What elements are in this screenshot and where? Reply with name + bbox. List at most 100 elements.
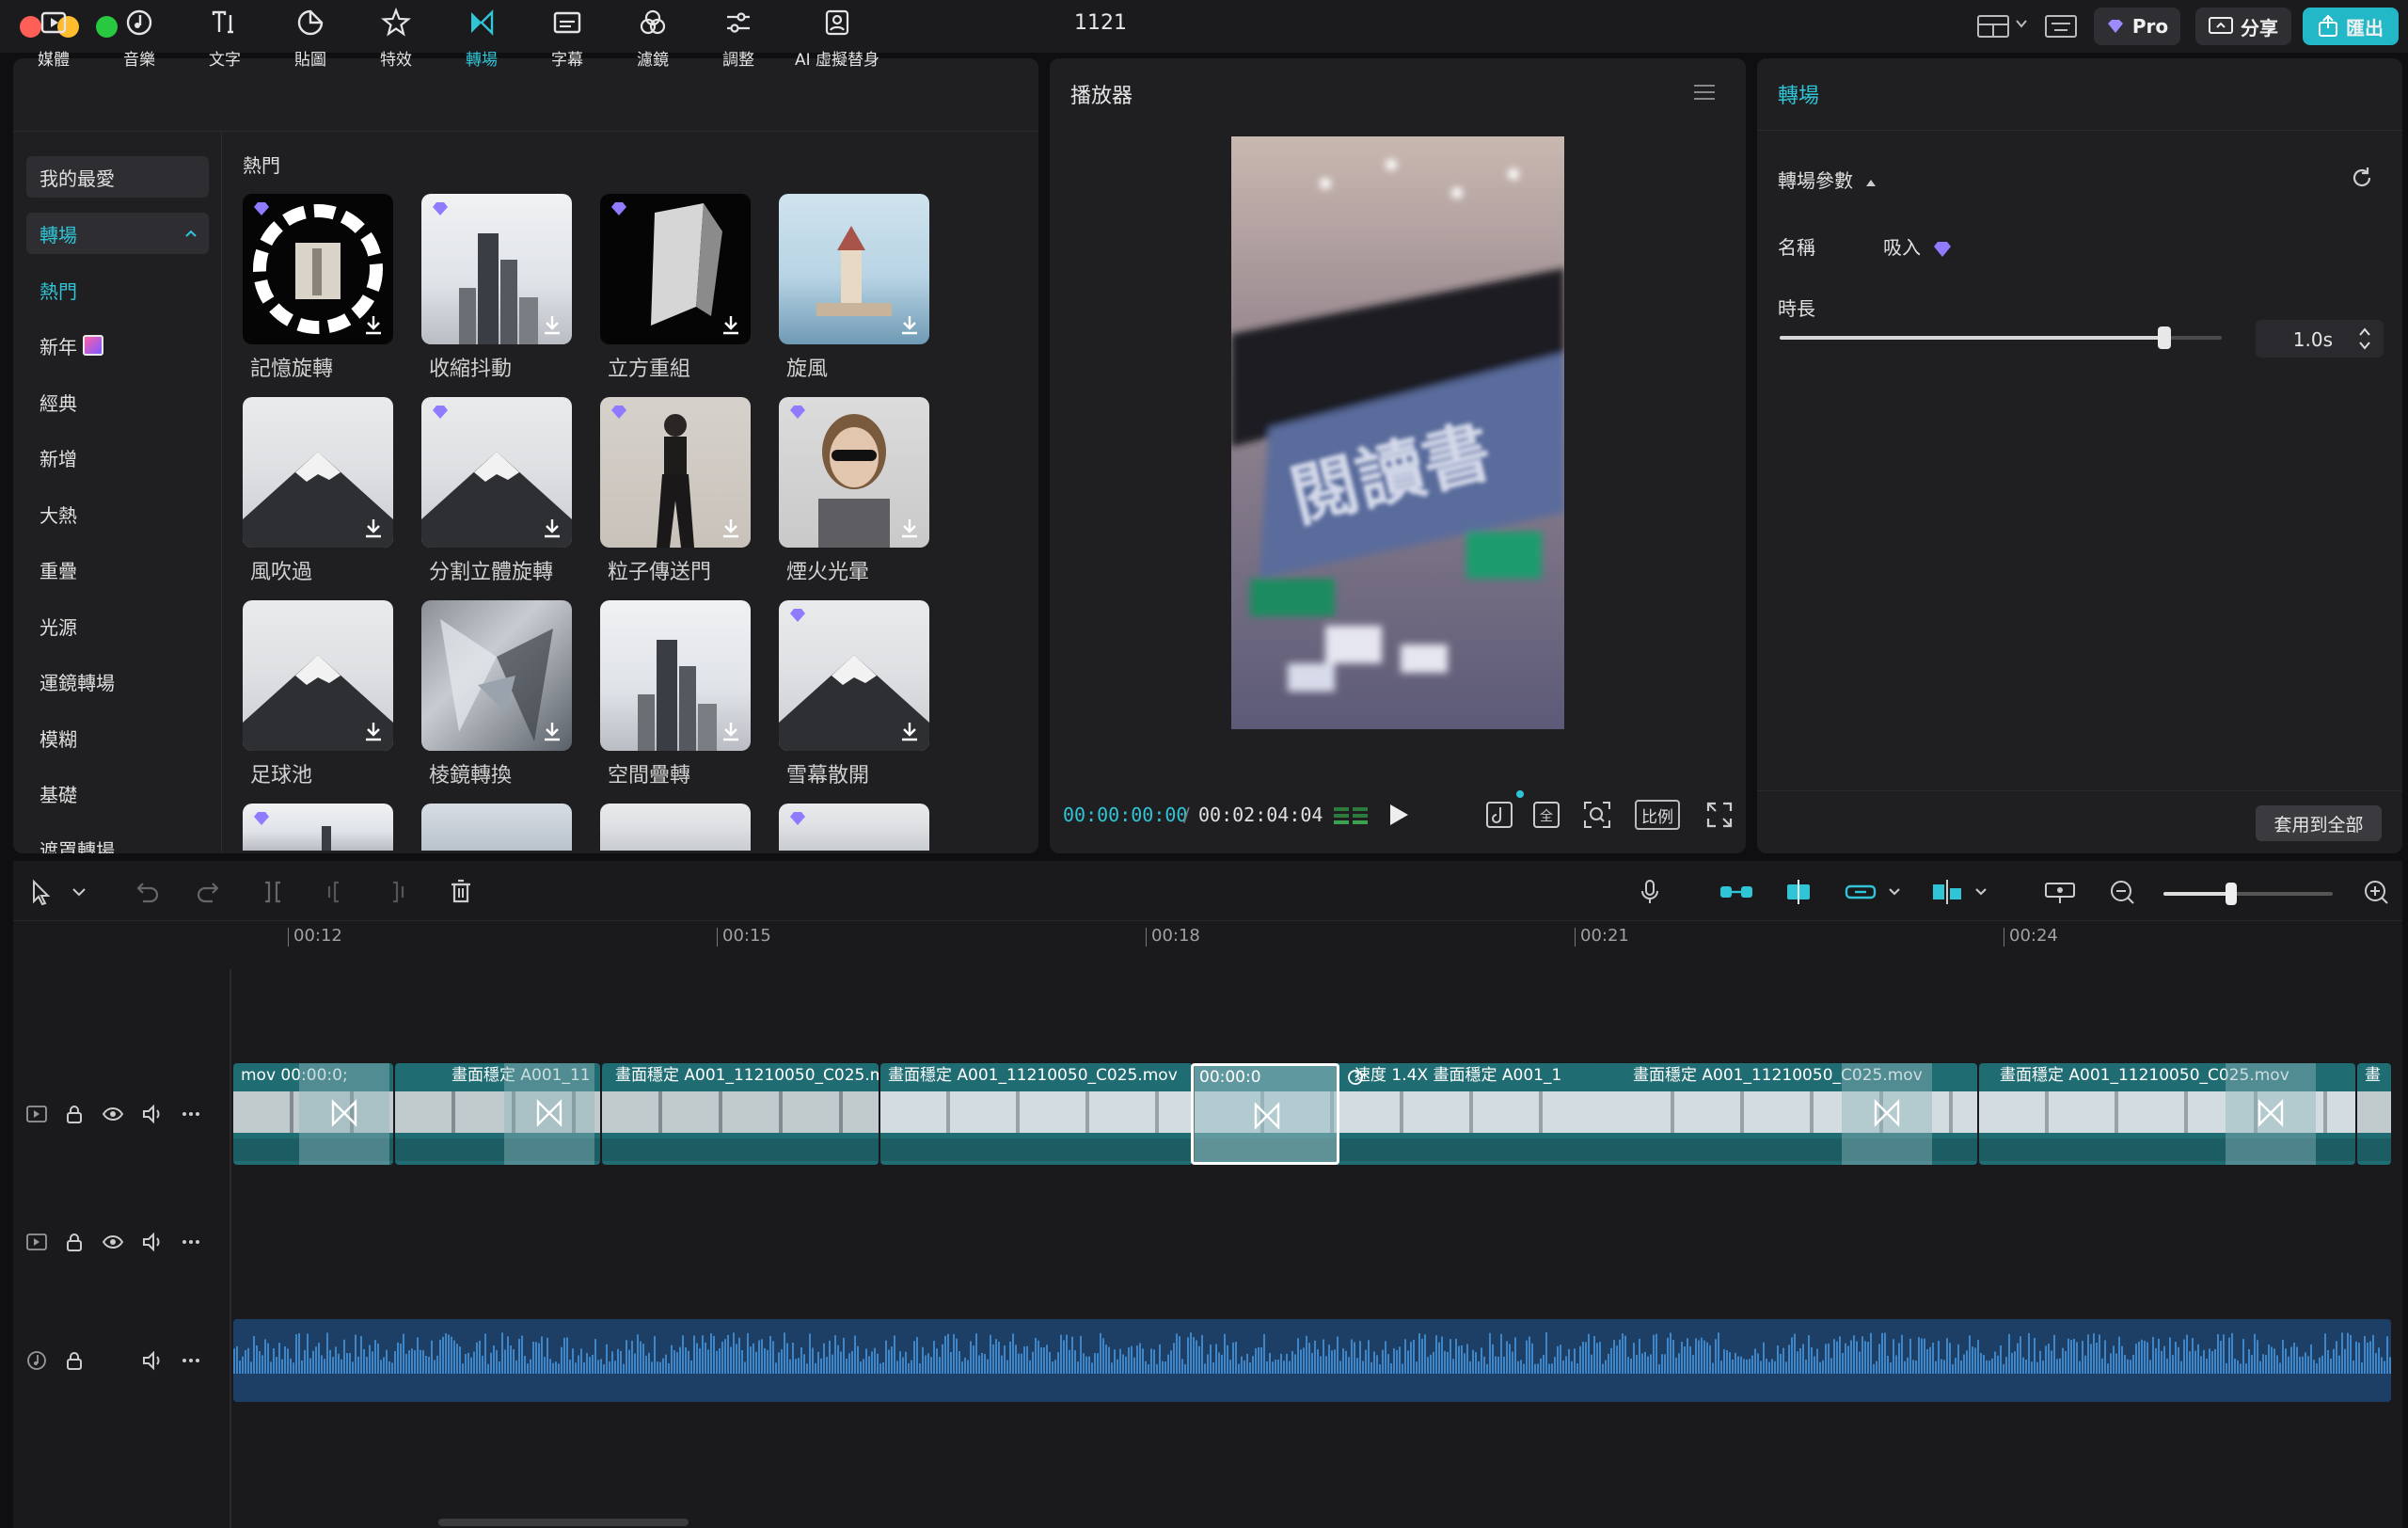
tab-media[interactable]: 媒體 — [17, 8, 90, 70]
download-icon[interactable] — [897, 516, 922, 540]
download-icon[interactable] — [361, 312, 386, 337]
download-icon[interactable] — [540, 516, 564, 540]
zoom-preview-icon[interactable] — [1582, 800, 1612, 830]
zoom-out-icon[interactable] — [2107, 877, 2137, 907]
download-icon[interactable] — [361, 516, 386, 540]
aspect-ratio-button[interactable]: 比例 — [1635, 800, 1680, 830]
transition-card[interactable] — [600, 600, 751, 751]
tab-transitions[interactable]: 轉場 — [445, 8, 518, 70]
category-mask[interactable]: 遮罩轉場 — [26, 828, 209, 854]
audio-track-clip[interactable] — [233, 1319, 2391, 1402]
download-icon[interactable] — [897, 312, 922, 337]
transition-card[interactable] — [421, 397, 572, 548]
video-preview[interactable]: 閱讀書 — [1231, 136, 1564, 729]
category-new-year[interactable]: 新年 — [26, 325, 209, 366]
speaker-icon[interactable] — [141, 1104, 164, 1124]
transition-params-toggle[interactable]: 轉場參數 — [1778, 166, 1877, 193]
chevron-down-icon[interactable] — [70, 877, 88, 907]
speaker-icon[interactable] — [141, 1232, 164, 1252]
select-cursor-icon[interactable] — [26, 877, 56, 907]
download-icon[interactable] — [361, 719, 386, 743]
trim-right-icon[interactable] — [382, 877, 412, 907]
split-icon[interactable] — [258, 877, 288, 907]
category-basic[interactable]: 基礎 — [26, 772, 209, 814]
tab-adjust[interactable]: 調整 — [702, 8, 775, 70]
transition-card[interactable] — [779, 804, 929, 851]
tiktok-preview-icon[interactable] — [1484, 800, 1514, 830]
transition-card[interactable] — [421, 804, 572, 851]
speaker-icon[interactable] — [141, 1350, 164, 1371]
video-clip[interactable]: 畫面穩定 A001_11210050_C025.mov — [880, 1063, 1193, 1165]
duration-slider-thumb[interactable] — [2157, 326, 2171, 349]
redo-icon[interactable] — [194, 877, 224, 907]
chevron-down-icon[interactable] — [1973, 877, 1988, 907]
transition-card[interactable] — [779, 194, 929, 344]
undo-icon[interactable] — [132, 877, 162, 907]
transition-marker[interactable] — [299, 1063, 389, 1165]
category-new[interactable]: 新增 — [26, 437, 209, 478]
category-blur[interactable]: 模糊 — [26, 717, 209, 758]
duration-value[interactable]: 1.0s — [2276, 328, 2333, 351]
shortcut-keyboard-icon[interactable] — [2045, 13, 2077, 40]
export-button[interactable]: 匯出 — [2303, 8, 2399, 45]
magnet-link-icon[interactable] — [1718, 877, 1755, 907]
eye-icon[interactable] — [102, 1232, 124, 1252]
download-icon[interactable] — [719, 312, 743, 337]
transition-card[interactable] — [421, 194, 572, 344]
category-light[interactable]: 光源 — [26, 605, 209, 646]
zoom-in-icon[interactable] — [2361, 877, 2391, 907]
lock-icon[interactable] — [64, 1232, 85, 1252]
layout-icon[interactable] — [1977, 13, 2009, 40]
transition-card[interactable] — [243, 804, 393, 851]
delete-icon[interactable] — [446, 877, 476, 907]
trim-left-icon[interactable] — [320, 877, 350, 907]
category-classic[interactable]: 經典 — [26, 381, 209, 422]
transition-marker[interactable] — [2226, 1063, 2316, 1165]
share-button[interactable]: 分享 — [2195, 8, 2291, 45]
category-favorites[interactable]: 我的最愛 — [26, 156, 209, 198]
layout-dropdown-icon[interactable] — [2015, 17, 2028, 30]
download-icon[interactable] — [897, 719, 922, 743]
timeline-zoom-thumb[interactable] — [2226, 883, 2237, 905]
selected-transition[interactable]: 00:00:0 — [1191, 1063, 1339, 1165]
fullscreen-icon[interactable] — [1704, 800, 1735, 830]
category-overlay[interactable]: 重疊 — [26, 549, 209, 590]
category-transitions-group[interactable]: 轉場 — [26, 213, 209, 254]
lock-icon[interactable] — [64, 1350, 85, 1371]
transition-marker[interactable] — [504, 1063, 594, 1165]
video-clip[interactable]: 畫面穩定 A001_11210050_C025.m — [602, 1063, 879, 1165]
download-icon[interactable] — [719, 516, 743, 540]
transition-card[interactable] — [779, 397, 929, 548]
tab-captions[interactable]: 字幕 — [531, 8, 604, 70]
play-button[interactable] — [1386, 802, 1411, 828]
transition-card[interactable] — [600, 804, 751, 851]
transition-card[interactable] — [779, 600, 929, 751]
chevron-down-icon[interactable] — [1887, 877, 1902, 907]
apply-to-all-button[interactable]: 套用到全部 — [2256, 805, 2382, 841]
microphone-icon[interactable] — [1635, 877, 1665, 907]
tab-ai-avatar[interactable]: AI 虛擬替身 — [781, 8, 894, 70]
transition-card[interactable] — [243, 397, 393, 548]
download-icon[interactable] — [719, 719, 743, 743]
transition-card[interactable] — [600, 397, 751, 548]
transition-card[interactable] — [421, 600, 572, 751]
category-camera-move[interactable]: 運鏡轉場 — [26, 661, 209, 702]
transition-marker[interactable] — [1842, 1063, 1932, 1165]
pro-button[interactable]: Pro — [2094, 8, 2180, 45]
more-icon[interactable] — [181, 1104, 201, 1124]
transition-card[interactable] — [600, 194, 751, 344]
thumbnail-toggle-icon[interactable] — [2043, 877, 2077, 907]
fullscreen-quality-icon[interactable]: 全 — [1531, 800, 1561, 830]
download-icon[interactable] — [540, 312, 564, 337]
category-trending[interactable]: 大熱 — [26, 493, 209, 534]
more-icon[interactable] — [181, 1232, 201, 1252]
reset-icon[interactable] — [2348, 164, 2376, 192]
transition-card[interactable] — [243, 600, 393, 751]
preview-axis-icon[interactable] — [1930, 877, 1964, 907]
lock-icon[interactable] — [64, 1104, 85, 1124]
player-menu-icon[interactable] — [1691, 81, 1718, 103]
tab-filters[interactable]: 濾鏡 — [616, 8, 689, 70]
tab-audio[interactable]: 音樂 — [103, 8, 176, 70]
eye-icon[interactable] — [102, 1104, 124, 1124]
tab-text[interactable]: 文字 — [188, 8, 261, 70]
